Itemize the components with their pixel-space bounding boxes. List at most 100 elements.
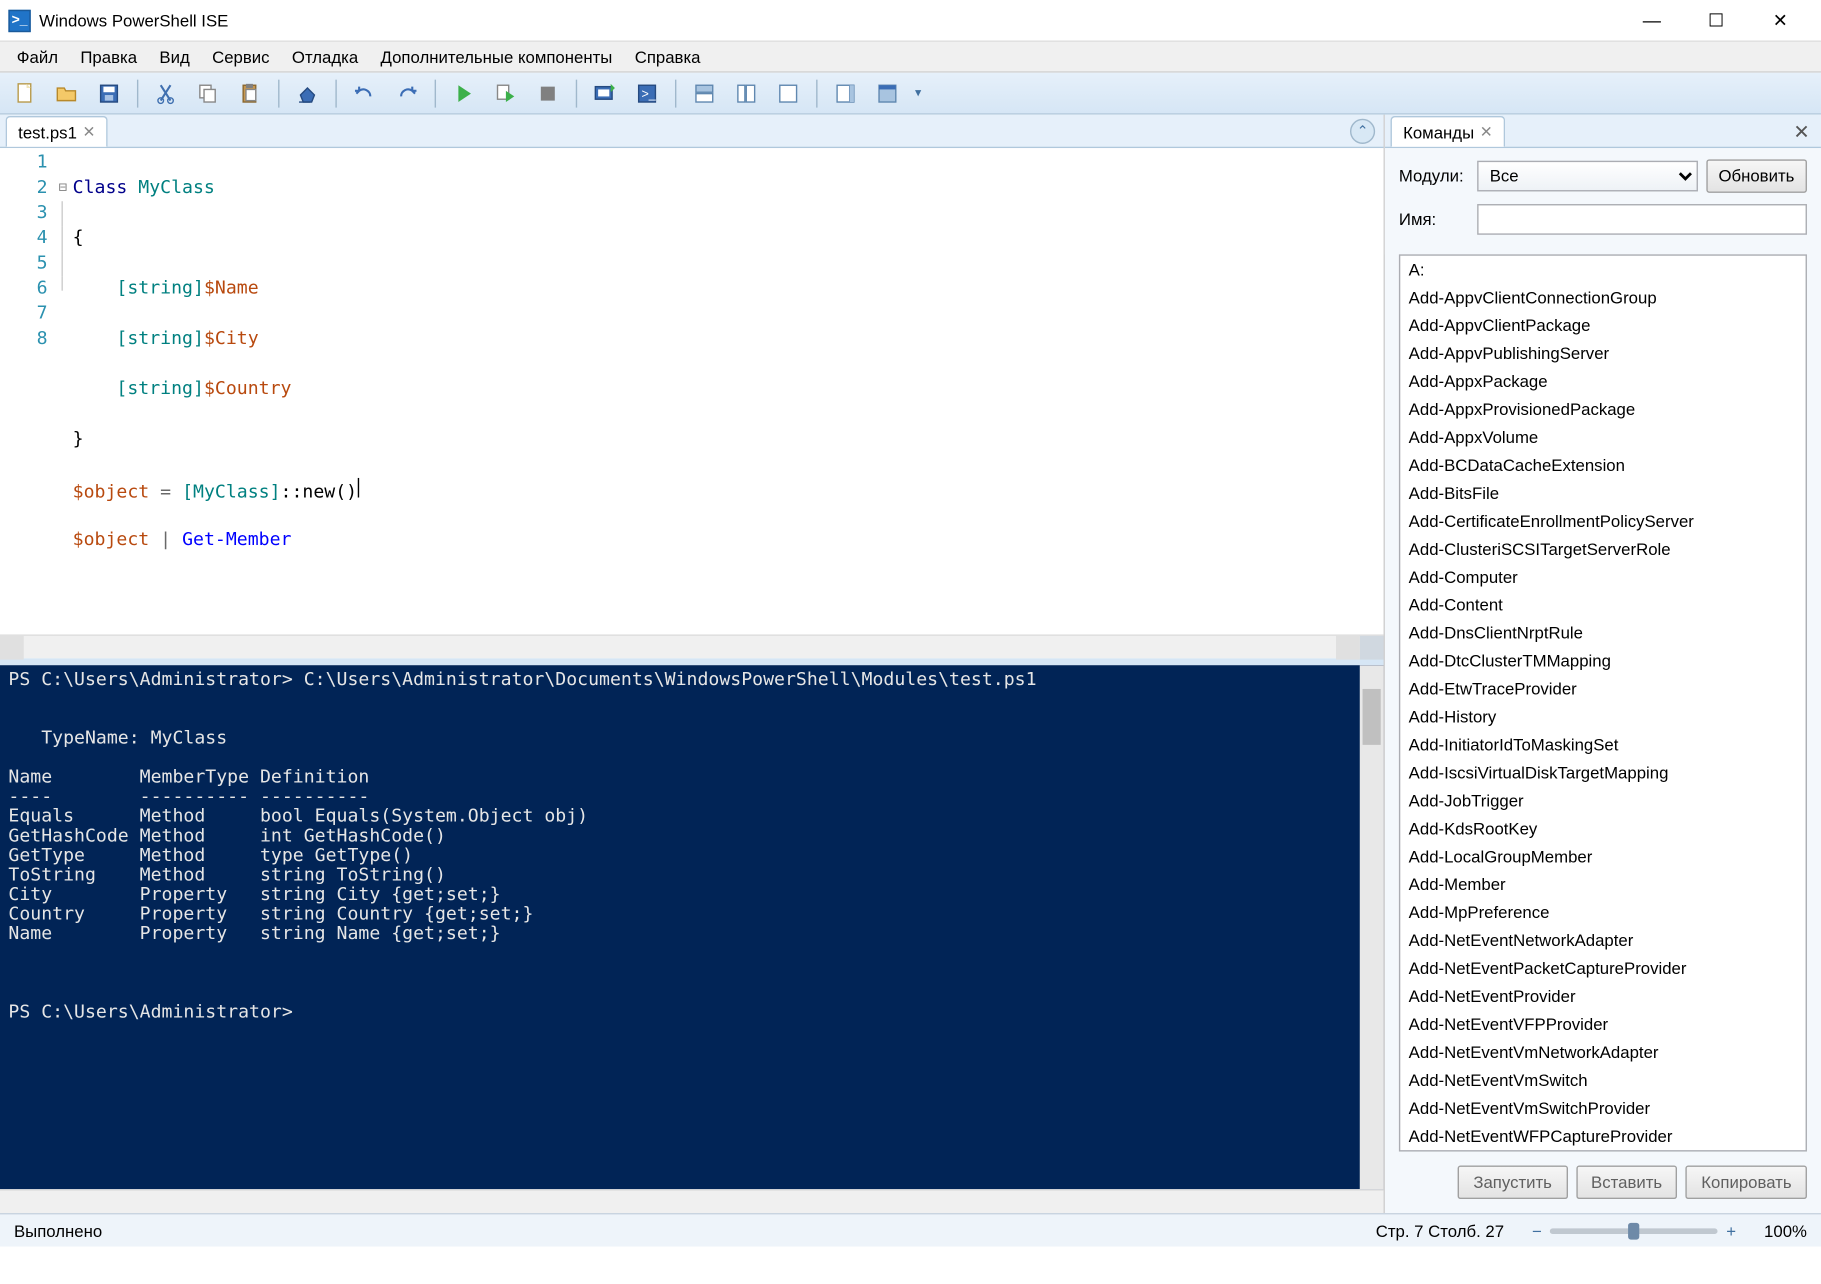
close-tab-icon[interactable]: ✕: [82, 123, 95, 141]
modules-label: Модули:: [1399, 166, 1477, 186]
command-list-item[interactable]: Add-NetEventVmNetworkAdapter: [1400, 1038, 1805, 1066]
copy-command-button[interactable]: Копировать: [1686, 1166, 1807, 1200]
modules-select[interactable]: Все: [1477, 161, 1697, 192]
fold-column: ⊟: [53, 148, 73, 634]
run-command-button[interactable]: Запустить: [1458, 1166, 1567, 1200]
menu-help[interactable]: Справка: [624, 44, 712, 69]
command-list-item[interactable]: Add-Content: [1400, 591, 1805, 619]
command-list-item[interactable]: Add-NetEventPacketCaptureProvider: [1400, 954, 1805, 982]
menu-view[interactable]: Вид: [148, 44, 201, 69]
zoom-slider[interactable]: [1550, 1228, 1718, 1234]
minimize-button[interactable]: —: [1620, 0, 1684, 41]
command-list-item[interactable]: Add-AppxPackage: [1400, 368, 1805, 396]
undo-button[interactable]: [345, 76, 384, 110]
menu-addons[interactable]: Дополнительные компоненты: [369, 44, 623, 69]
console-vertical-scrollbar[interactable]: [1360, 665, 1384, 1189]
name-input[interactable]: [1477, 204, 1807, 235]
console-pane[interactable]: PS C:\Users\Administrator> C:\Users\Admi…: [0, 665, 1384, 1189]
refresh-button[interactable]: Обновить: [1706, 159, 1807, 193]
command-list-item[interactable]: Add-InitiatorIdToMaskingSet: [1400, 731, 1805, 759]
command-list-item[interactable]: Add-NetEventVFPProvider: [1400, 1010, 1805, 1038]
new-remote-tab-button[interactable]: [586, 76, 625, 110]
command-list-item[interactable]: Add-MpPreference: [1400, 899, 1805, 927]
menubar: Файл Правка Вид Сервис Отладка Дополните…: [0, 42, 1821, 73]
insert-command-button[interactable]: Вставить: [1576, 1166, 1678, 1200]
show-command-window-button[interactable]: [868, 76, 907, 110]
start-powershell-button[interactable]: >_: [627, 76, 666, 110]
save-button[interactable]: [89, 76, 128, 110]
stop-button[interactable]: [528, 76, 567, 110]
command-list-item[interactable]: A:: [1400, 256, 1805, 284]
zoom-out-icon[interactable]: −: [1532, 1221, 1542, 1241]
copy-button[interactable]: [189, 76, 228, 110]
show-command-addon-button[interactable]: [826, 76, 865, 110]
toolbar-overflow-button[interactable]: ▾: [910, 76, 927, 110]
status-text: Выполнено: [14, 1221, 102, 1241]
close-commands-tab-icon[interactable]: ✕: [1480, 123, 1493, 141]
console-output: PS C:\Users\Administrator> C:\Users\Admi…: [8, 669, 1036, 1023]
open-file-button[interactable]: [48, 76, 87, 110]
command-list-item[interactable]: Add-NetEventWFPCaptureProvider: [1400, 1122, 1805, 1150]
command-list-item[interactable]: Add-CertificateEnrollmentPolicyServer: [1400, 507, 1805, 535]
clear-console-button[interactable]: [288, 76, 327, 110]
command-list-item[interactable]: Add-JobTrigger: [1400, 787, 1805, 815]
zoom-level: 100%: [1764, 1221, 1807, 1241]
collapse-script-pane-button[interactable]: ⌃: [1350, 119, 1375, 144]
run-script-button[interactable]: [444, 76, 483, 110]
commands-list[interactable]: A:Add-AppvClientConnectionGroupAdd-AppvC…: [1399, 254, 1807, 1151]
toolbar: >_ ▾: [0, 73, 1821, 115]
command-list-item[interactable]: Add-Computer: [1400, 563, 1805, 591]
show-script-right-button[interactable]: [727, 76, 766, 110]
command-list-item[interactable]: Add-BitsFile: [1400, 479, 1805, 507]
commands-tab-label: Команды: [1403, 122, 1474, 142]
script-editor[interactable]: 1 2 3 4 5 6 7 8 ⊟ Class MyClass { [strin…: [0, 148, 1384, 634]
menu-debug[interactable]: Отладка: [281, 44, 370, 69]
new-file-button[interactable]: [6, 76, 45, 110]
command-list-item[interactable]: Add-AppvClientPackage: [1400, 312, 1805, 340]
menu-file[interactable]: Файл: [6, 44, 70, 69]
command-list-item[interactable]: Add-AppxVolume: [1400, 423, 1805, 451]
editor-horizontal-scrollbar[interactable]: [0, 634, 1384, 658]
command-list-item[interactable]: Add-BCDataCacheExtension: [1400, 451, 1805, 479]
menu-edit[interactable]: Правка: [69, 44, 148, 69]
bottom-horizontal-scrollbar[interactable]: [0, 1189, 1384, 1213]
menu-tools[interactable]: Сервис: [201, 44, 281, 69]
command-list-item[interactable]: Add-AppvClientConnectionGroup: [1400, 284, 1805, 312]
command-list-item[interactable]: Add-NetEventVmSwitchProvider: [1400, 1094, 1805, 1122]
splitter-grip-icon[interactable]: [1360, 636, 1384, 660]
cut-button[interactable]: [147, 76, 186, 110]
command-list-item[interactable]: Add-NetEventProvider: [1400, 982, 1805, 1010]
paste-button[interactable]: [231, 76, 270, 110]
command-list-item[interactable]: Add-EtwTraceProvider: [1400, 675, 1805, 703]
maximize-button[interactable]: ☐: [1684, 0, 1748, 41]
command-list-item[interactable]: Add-DnsClientNrptRule: [1400, 619, 1805, 647]
command-list-item[interactable]: Add-NetEventNetworkAdapter: [1400, 927, 1805, 955]
command-list-item[interactable]: Add-KdsRootKey: [1400, 815, 1805, 843]
command-list-item[interactable]: Add-IscsiVirtualDiskTargetMapping: [1400, 759, 1805, 787]
commands-tab[interactable]: Команды ✕: [1391, 116, 1506, 147]
close-button[interactable]: ✕: [1748, 0, 1812, 41]
svg-text:>_: >_: [641, 86, 656, 100]
command-list-item[interactable]: Add-History: [1400, 703, 1805, 731]
command-list-item[interactable]: Add-AppvPublishingServer: [1400, 340, 1805, 368]
command-list-item[interactable]: Add-Member: [1400, 871, 1805, 899]
commands-pane: Команды ✕ ✕ Модули: Все Обновить Имя: A:…: [1385, 115, 1821, 1213]
script-tab-strip: test.ps1 ✕ ⌃: [0, 115, 1384, 149]
code-area[interactable]: Class MyClass { [string]$Name [string]$C…: [73, 148, 1384, 634]
script-tab-label: test.ps1: [18, 122, 77, 142]
show-script-max-button[interactable]: [769, 76, 808, 110]
name-label: Имя:: [1399, 210, 1477, 230]
run-selection-button[interactable]: [486, 76, 525, 110]
command-list-item[interactable]: Add-NetEventVmSwitch: [1400, 1066, 1805, 1094]
show-script-top-button[interactable]: [685, 76, 724, 110]
command-list-item[interactable]: Add-DtcClusterTMMapping: [1400, 647, 1805, 675]
script-tab[interactable]: test.ps1 ✕: [6, 116, 108, 147]
redo-button[interactable]: [387, 76, 426, 110]
zoom-in-icon[interactable]: +: [1726, 1221, 1736, 1241]
close-commands-pane-button[interactable]: ✕: [1788, 117, 1816, 146]
command-list-item[interactable]: Add-LocalGroupMember: [1400, 843, 1805, 871]
window-title: Windows PowerShell ISE: [39, 10, 228, 30]
command-list-item[interactable]: Add-AppxProvisionedPackage: [1400, 395, 1805, 423]
command-list-item[interactable]: Add-ClusteriSCSITargetServerRole: [1400, 535, 1805, 563]
horizontal-splitter[interactable]: [0, 658, 1384, 665]
